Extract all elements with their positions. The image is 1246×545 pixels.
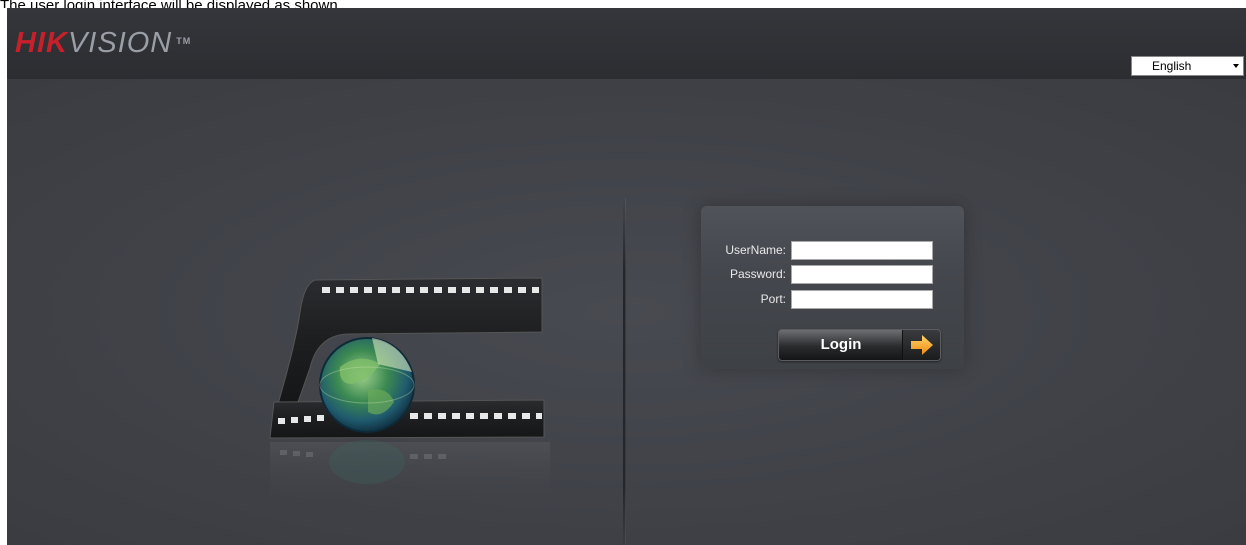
hikvision-logo: HIKVISION TM <box>15 28 191 58</box>
language-selected-value: English <box>1152 59 1192 73</box>
document-caption: The user login interface will be display… <box>0 0 342 8</box>
port-row: Port: <box>701 290 964 309</box>
login-button[interactable]: Login <box>778 329 941 361</box>
trademark-mark: TM <box>176 36 192 46</box>
vertical-divider <box>623 198 626 545</box>
login-panel: UserName: Password: Port: Login <box>701 206 964 369</box>
login-arrow-container <box>902 330 940 360</box>
username-label: UserName: <box>725 243 786 257</box>
arrow-right-icon <box>911 335 933 355</box>
top-bar: HIKVISION TM English <box>7 8 1246 79</box>
password-input[interactable] <box>791 265 933 284</box>
login-button-label: Login <box>820 336 862 353</box>
logo-brand-prefix: HIK <box>15 27 68 59</box>
port-input[interactable] <box>791 290 933 309</box>
language-select[interactable]: English <box>1131 56 1244 76</box>
chevron-down-icon <box>1233 64 1239 68</box>
username-input[interactable] <box>791 241 933 260</box>
port-label: Port: <box>760 292 786 306</box>
login-screen: HIKVISION TM English UserName: Password:… <box>7 8 1246 545</box>
film-globe-icon <box>269 277 550 507</box>
username-row: UserName: <box>701 241 964 260</box>
logo-brand-suffix: VISION <box>67 27 173 59</box>
password-row: Password: <box>701 265 964 284</box>
main-area <box>7 79 1246 545</box>
password-label: Password: <box>729 267 786 281</box>
